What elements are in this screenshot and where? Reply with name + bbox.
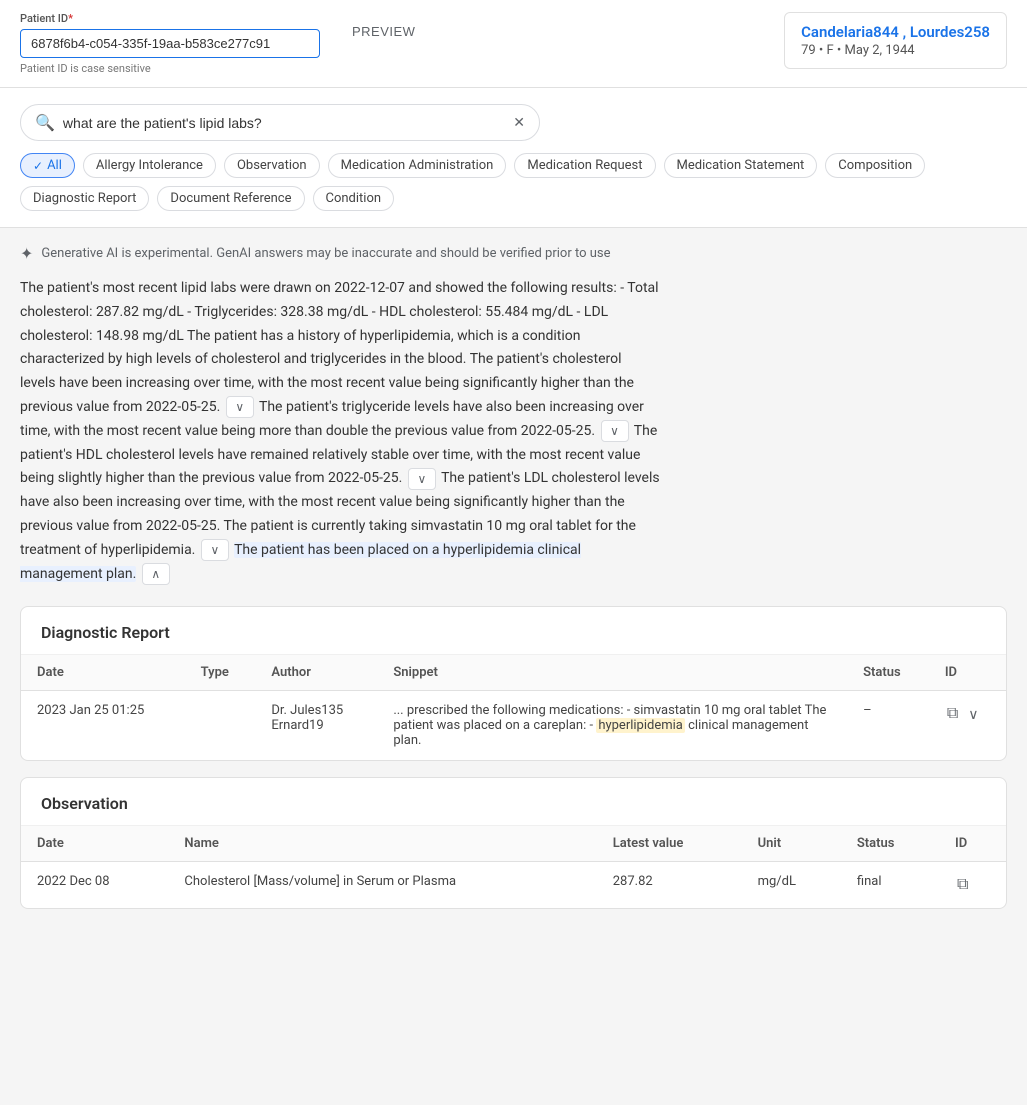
obs-col-status: Status: [841, 826, 939, 862]
col-author: Author: [255, 655, 377, 691]
observation-card: Observation Date Name Latest value Unit …: [20, 777, 1007, 909]
diagnostic-report-title: Diagnostic Report: [21, 607, 1006, 655]
copy-button[interactable]: ⧉: [945, 703, 960, 725]
patient-id-section: Patient ID* Patient ID is case sensitive: [20, 12, 320, 75]
observation-title: Observation: [21, 778, 1006, 826]
preview-button[interactable]: PREVIEW: [340, 16, 427, 47]
row-snippet: ... prescribed the following medications…: [377, 691, 847, 761]
diagnostic-report-table: Date Type Author Snippet Status ID 2023 …: [21, 655, 1006, 760]
row-date: 2023 Jan 25 01:25: [21, 691, 185, 761]
ai-response: The patient's most recent lipid labs wer…: [20, 277, 660, 586]
obs-col-unit: Unit: [742, 826, 841, 862]
ai-disclaimer: ✦ Generative AI is experimental. GenAI a…: [20, 244, 1007, 263]
chip-diagnostic-report[interactable]: Diagnostic Report: [20, 186, 149, 211]
obs-col-date: Date: [21, 826, 168, 862]
obs-row-unit: mg/dL: [742, 862, 841, 909]
row-id-actions: ⧉ ∨: [929, 691, 1006, 761]
obs-copy-button[interactable]: ⧉: [955, 874, 970, 896]
patient-meta: 79 • F • May 2, 1944: [801, 43, 990, 58]
search-box: 🔍 ✕: [20, 104, 540, 141]
obs-row-date: 2022 Dec 08: [21, 862, 168, 909]
row-type: [185, 691, 256, 761]
expand-button-4[interactable]: ∨: [201, 539, 229, 561]
row-status: –: [847, 691, 929, 761]
observation-table: Date Name Latest value Unit Status ID 20…: [21, 826, 1006, 908]
chip-medication-statement[interactable]: Medication Statement: [664, 153, 818, 178]
chip-allergy-intolerance[interactable]: Allergy Intolerance: [83, 153, 216, 178]
clear-icon[interactable]: ✕: [513, 115, 525, 131]
diagnostic-report-card: Diagnostic Report Date Type Author Snipp…: [20, 606, 1007, 761]
col-snippet: Snippet: [377, 655, 847, 691]
top-bar: Patient ID* Patient ID is case sensitive…: [0, 0, 1027, 88]
chip-document-reference[interactable]: Document Reference: [157, 186, 304, 211]
obs-col-latest-value: Latest value: [597, 826, 742, 862]
chip-medication-request[interactable]: Medication Request: [514, 153, 655, 178]
check-icon: ✓: [33, 159, 43, 173]
obs-col-name: Name: [168, 826, 596, 862]
obs-col-id: ID: [939, 826, 1006, 862]
obs-row-status: final: [841, 862, 939, 909]
ai-sparkle-icon: ✦: [20, 244, 33, 263]
patient-info-card: Candelaria844 , Lourdes258 79 • F • May …: [784, 12, 1007, 69]
chip-observation[interactable]: Observation: [224, 153, 320, 178]
expand-button-3[interactable]: ∨: [408, 468, 436, 490]
obs-row-name: Cholesterol [Mass/volume] in Serum or Pl…: [168, 862, 596, 909]
patient-id-label: Patient ID*: [20, 12, 320, 25]
expand-button-2[interactable]: ∨: [601, 420, 629, 442]
obs-row-value: 287.82: [597, 862, 742, 909]
row-author: Dr. Jules135 Ernard19: [255, 691, 377, 761]
chip-medication-administration[interactable]: Medication Administration: [328, 153, 507, 178]
col-id: ID: [929, 655, 1006, 691]
col-status: Status: [847, 655, 929, 691]
chip-all[interactable]: ✓ All: [20, 153, 75, 178]
table-row: 2023 Jan 25 01:25 Dr. Jules135 Ernard19 …: [21, 691, 1006, 761]
obs-row-id-actions: ⧉: [939, 862, 1006, 909]
expand-row-button[interactable]: ∨: [968, 706, 978, 723]
filter-chips: ✓ All Allergy Intolerance Observation Me…: [20, 153, 1007, 211]
expand-button-5[interactable]: ∧: [142, 563, 170, 585]
search-section: 🔍 ✕ ✓ All Allergy Intolerance Observatio…: [0, 88, 1027, 228]
snippet-highlight: hyperlipidemia: [596, 718, 685, 733]
search-icon: 🔍: [35, 113, 55, 132]
col-type: Type: [185, 655, 256, 691]
col-date: Date: [21, 655, 185, 691]
search-input[interactable]: [63, 115, 505, 131]
patient-id-input[interactable]: [20, 29, 320, 58]
expand-button-1[interactable]: ∨: [226, 396, 254, 418]
patient-id-hint: Patient ID is case sensitive: [20, 62, 320, 75]
table-row: 2022 Dec 08 Cholesterol [Mass/volume] in…: [21, 862, 1006, 909]
main-content: ✦ Generative AI is experimental. GenAI a…: [0, 228, 1027, 925]
chip-composition[interactable]: Composition: [825, 153, 925, 178]
patient-name: Candelaria844 , Lourdes258: [801, 23, 990, 41]
chip-condition[interactable]: Condition: [313, 186, 395, 211]
